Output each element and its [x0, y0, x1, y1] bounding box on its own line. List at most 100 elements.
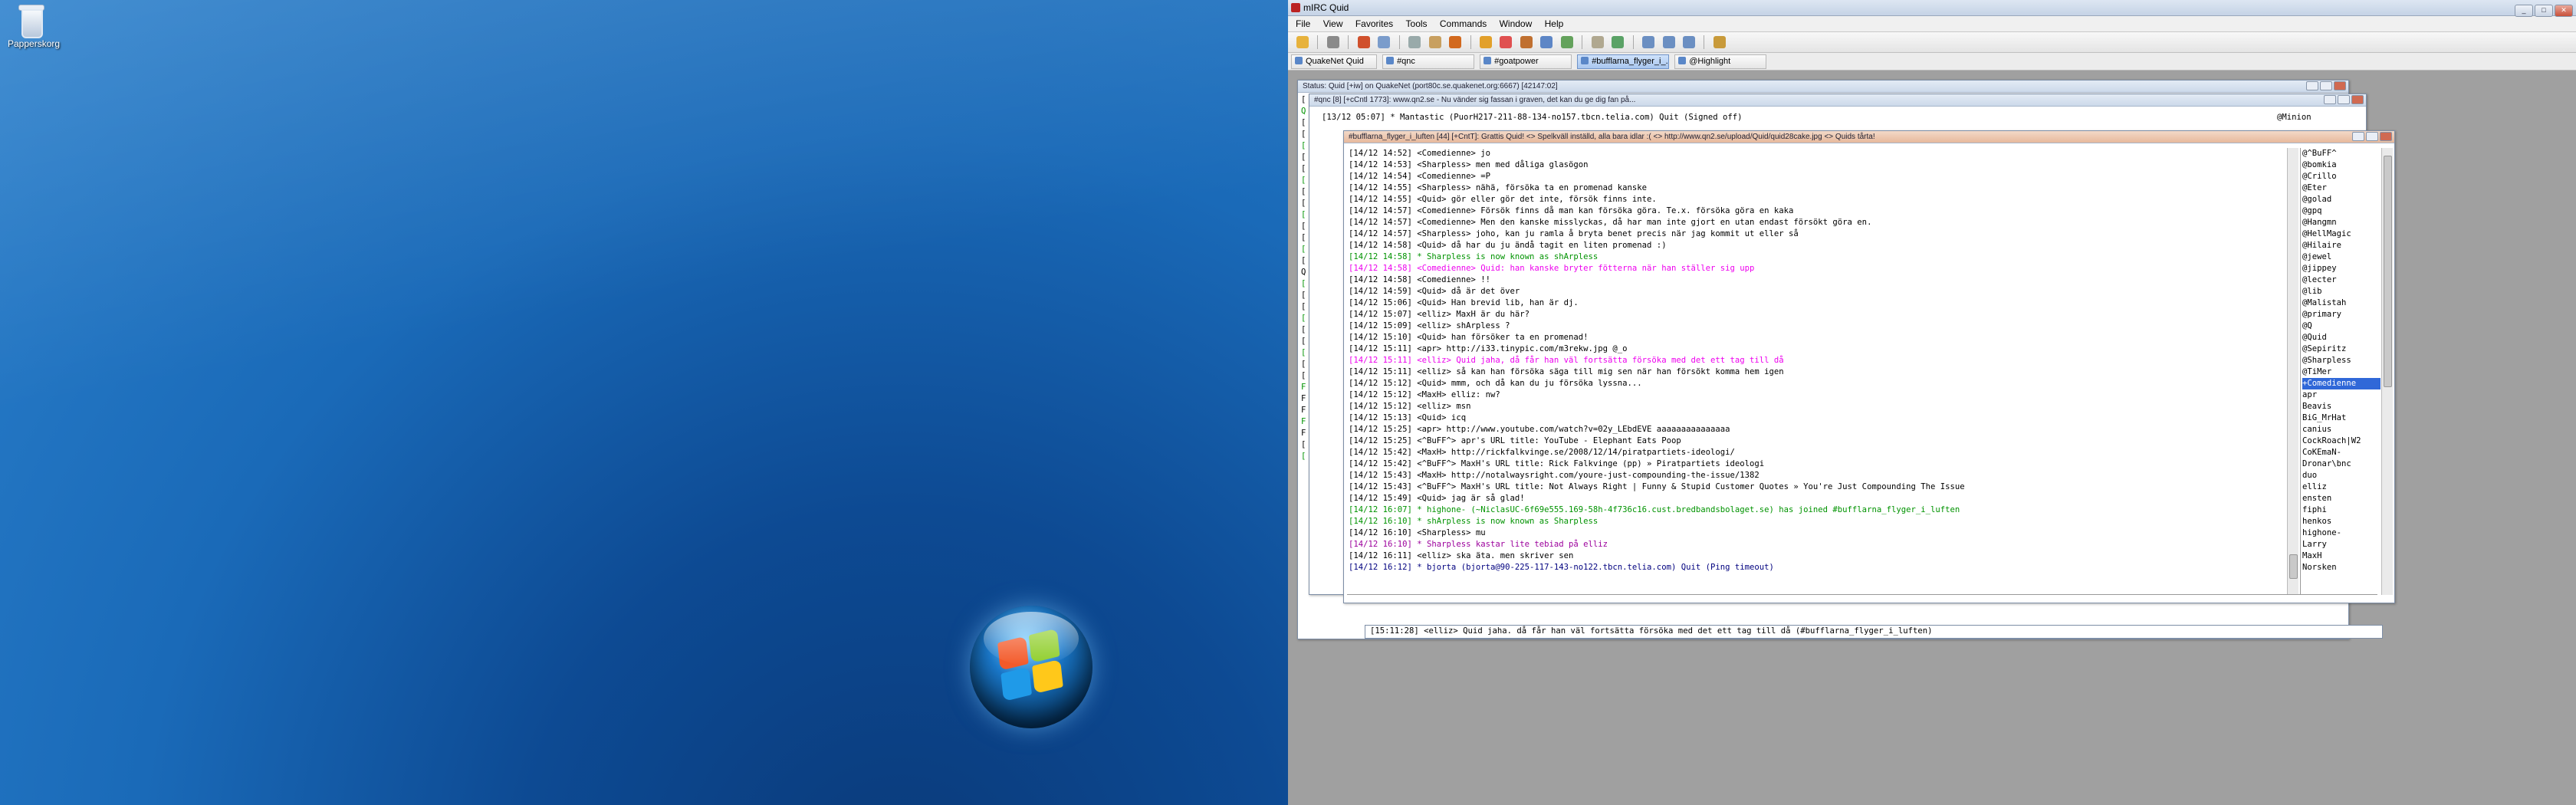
dcc-send-icon[interactable]	[1479, 36, 1492, 48]
cascade-icon[interactable]	[1682, 36, 1695, 48]
nick-list-item[interactable]: canius	[2302, 424, 2380, 435]
nick-list-item[interactable]: CockRoach|W2	[2302, 435, 2380, 447]
nick-list-item[interactable]: @golad	[2302, 194, 2380, 205]
nick-list-item[interactable]: @Hilaire	[2302, 240, 2380, 251]
menu-tools[interactable]: Tools	[1406, 18, 1428, 29]
nick-list-item[interactable]: MaxH	[2302, 550, 2380, 562]
scripts-editor-icon[interactable]	[1428, 36, 1441, 48]
nick-list-item[interactable]: @bomkia	[2302, 159, 2380, 171]
chat-line: [14/12 16:10] * Sharpless kastar lite te…	[1349, 540, 1608, 549]
nick-list-item[interactable]: @Quid	[2302, 332, 2380, 343]
chat-line: [14/12 14:58] <Quid> då har du ju ändå t…	[1349, 241, 1667, 250]
child-close-button[interactable]	[2380, 132, 2392, 141]
chat-line: [14/12 15:25] <^BuFF^> apr's URL title: …	[1349, 436, 1681, 445]
nick-list-item[interactable]: BiG_MrHat	[2302, 412, 2380, 424]
nick-list-item[interactable]: @Eter	[2302, 182, 2380, 194]
nick-list-item[interactable]: @Hangmn	[2302, 217, 2380, 228]
menu-view[interactable]: View	[1323, 18, 1343, 29]
tile-vertical-icon[interactable]	[1662, 36, 1675, 48]
switch-highlight[interactable]: @Highlight	[1674, 54, 1767, 69]
chat-line: [14/12 15:13] <Quid> icq	[1349, 413, 1467, 422]
nick-list-item[interactable]: @Malistah	[2302, 297, 2380, 309]
status-line-fragment: [	[1301, 245, 1306, 254]
nick-list-item[interactable]: @TiMer	[2302, 366, 2380, 378]
child-maximize-button[interactable]	[2366, 132, 2378, 141]
online-timer-icon[interactable]	[1560, 36, 1573, 48]
minimize-button[interactable]: _	[2515, 5, 2533, 17]
url-list-icon[interactable]	[1591, 36, 1604, 48]
nick-list-item[interactable]: CoKEmaN-	[2302, 447, 2380, 458]
help-icon[interactable]	[1713, 36, 1726, 48]
switch-channel-bufflarna[interactable]: #bufflarna_flyger_i_...	[1577, 54, 1670, 69]
switch-status-quakenet[interactable]: QuakeNet Quid	[1291, 54, 1377, 69]
dcc-chat-icon[interactable]	[1500, 36, 1513, 48]
nick-list-item[interactable]: @lib	[2302, 286, 2380, 297]
received-files-icon[interactable]	[1612, 36, 1625, 48]
nick-list-item[interactable]: fiphi	[2302, 504, 2380, 516]
nick-list-item[interactable]: henkos	[2302, 516, 2380, 527]
switch-channel-goatpower[interactable]: #goatpower	[1480, 54, 1572, 69]
nick-list-item[interactable]: @HellMagic	[2302, 228, 2380, 240]
connect-icon[interactable]	[1296, 36, 1309, 48]
nick-list[interactable]: @^BuFF^ @bomkia @Crillo @Eter @golad @gpq @Han…	[2300, 148, 2380, 595]
chat-message-area[interactable]: [14/12 14:52] <Comedienne> jo [14/12 14:5…	[1347, 148, 2270, 595]
qnc-window-titlebar[interactable]: #qnc [8] [+cCntl 1773]: www.qn2.se - Nu …	[1309, 94, 2366, 107]
nick-list-item[interactable]: @Q	[2302, 320, 2380, 332]
bufflarna-window-titlebar[interactable]: #bufflarna_flyger_i_luften [44] [+CntT]:…	[1344, 131, 2394, 143]
nick-list-item[interactable]: apr	[2302, 389, 2380, 401]
qnc-nick[interactable]: @Minion	[2277, 112, 2312, 123]
options-icon[interactable]	[1326, 36, 1339, 48]
nick-list-item[interactable]: Dronar\bnc	[2302, 458, 2380, 470]
nick-list-scrollbar[interactable]	[2381, 148, 2393, 595]
close-button[interactable]: ✕	[2555, 5, 2573, 17]
dcc-options-icon[interactable]	[1520, 36, 1533, 48]
chat-line: [14/12 14:54] <Comedienne> =P	[1349, 172, 1490, 181]
channels-list-icon[interactable]	[1378, 36, 1391, 48]
nick-list-item[interactable]: Beavis	[2302, 401, 2380, 412]
nick-list-item[interactable]: ensten	[2302, 493, 2380, 504]
menu-file[interactable]: File	[1296, 18, 1310, 29]
status-window-titlebar[interactable]: Status: Quid [+iw] on QuakeNet (port80c.…	[1298, 80, 2348, 93]
bufflarna-channel-window[interactable]: #bufflarna_flyger_i_luften [44] [+CntT]:…	[1343, 130, 2395, 603]
status-line-fragment: [	[1301, 210, 1306, 219]
nick-list-item[interactable]: +Comedienne	[2302, 378, 2380, 389]
menu-window[interactable]: Window	[1500, 18, 1533, 29]
child-minimize-button[interactable]	[2352, 132, 2364, 141]
toolbar	[1288, 32, 2576, 53]
chat-line: [14/12 15:43] <^BuFF^> MaxH's URL title:…	[1349, 482, 1965, 491]
chat-line: [14/12 15:25] <apr> http://www.youtube.c…	[1349, 425, 1730, 434]
nick-list-item[interactable]: duo	[2302, 470, 2380, 481]
menu-commands[interactable]: Commands	[1440, 18, 1487, 29]
nick-list-item[interactable]: @Crillo	[2302, 171, 2380, 182]
menu-favorites[interactable]: Favorites	[1355, 18, 1393, 29]
status-line-fragment: [	[1301, 256, 1306, 265]
nick-list-item[interactable]: Norsken	[2302, 562, 2380, 573]
chat-line: [14/12 15:10] <Quid> han försöker ta en …	[1349, 333, 1589, 342]
nick-list-item[interactable]: highone-	[2302, 527, 2380, 539]
nick-list-item[interactable]: @Sharpless	[2302, 355, 2380, 366]
colors-icon[interactable]	[1449, 36, 1462, 48]
favorites-icon[interactable]	[1357, 36, 1370, 48]
message-input[interactable]	[1347, 594, 2377, 603]
chat-scrollbar[interactable]	[2287, 148, 2298, 595]
maximize-button[interactable]: □	[2535, 5, 2553, 17]
nick-list-item[interactable]: @lecter	[2302, 274, 2380, 286]
nick-list-item[interactable]: @^BuFF^	[2302, 148, 2380, 159]
nick-list-item[interactable]: Larry	[2302, 539, 2380, 550]
tile-horizontal-icon[interactable]	[1642, 36, 1655, 48]
recycle-bin-shortcut[interactable]: Papperskorg	[8, 3, 60, 49]
switch-channel-qnc[interactable]: #qnc	[1382, 54, 1475, 69]
chat-line: [14/12 14:52] <Comedienne> jo	[1349, 149, 1490, 158]
nick-list-item[interactable]: @jewel	[2302, 251, 2380, 263]
status-line-fragment: [	[1301, 164, 1306, 173]
chat-line: [14/12 14:57] <Comedienne> Men den kansk…	[1349, 218, 1872, 227]
nick-list-item[interactable]: @Sepiritz	[2302, 343, 2380, 355]
address-book-icon[interactable]	[1408, 36, 1421, 48]
nick-list-item[interactable]: @jippey	[2302, 263, 2380, 274]
notify-list-icon[interactable]	[1540, 36, 1553, 48]
nick-list-item[interactable]: elliz	[2302, 481, 2380, 493]
nick-list-item[interactable]: @gpq	[2302, 205, 2380, 217]
menu-help[interactable]: Help	[1545, 18, 1564, 29]
mirc-titlebar[interactable]: mIRC Quid _ □ ✕	[1288, 0, 2576, 17]
nick-list-item[interactable]: @primary	[2302, 309, 2380, 320]
